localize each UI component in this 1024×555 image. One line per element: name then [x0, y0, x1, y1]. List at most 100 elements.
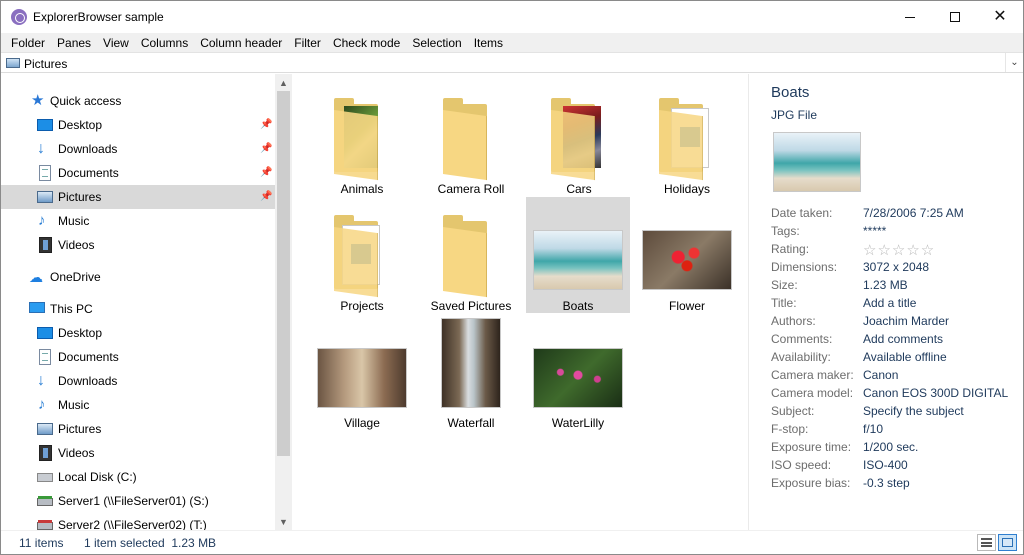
scrollbar-thumb[interactable] — [277, 91, 290, 456]
prop-value[interactable]: Canon — [863, 368, 898, 382]
nav-pc-downloads[interactable]: ↓ Downloads — [1, 369, 275, 393]
prop-camera-model: Camera model: Canon EOS 300D DIGITAL — [771, 386, 1021, 404]
item-holidays[interactable]: Holidays — [635, 80, 739, 196]
prop-f-stop: F-stop: f/10 — [771, 422, 1021, 440]
menu-column-header[interactable]: Column header — [194, 36, 288, 50]
nav-label: Documents — [58, 166, 119, 180]
prop-key: Subject: — [771, 404, 815, 418]
item-waterlilly[interactable]: WaterLilly — [526, 314, 630, 430]
nav-label: Music — [58, 214, 90, 228]
nav-pc-pictures[interactable]: Pictures — [1, 417, 275, 441]
address-bar[interactable]: Pictures ⌄ — [1, 52, 1023, 73]
menu-columns[interactable]: Columns — [135, 36, 194, 50]
item-boats[interactable]: Boats — [526, 197, 630, 313]
menu-selection[interactable]: Selection — [406, 36, 467, 50]
scroll-down-arrow-icon[interactable]: ▼ — [275, 513, 292, 530]
pin-icon[interactable]: 📌 — [260, 167, 272, 178]
prop-key: Dimensions: — [771, 260, 838, 274]
details-view-button[interactable] — [977, 534, 996, 551]
nav-pc-videos[interactable]: Videos — [1, 441, 275, 465]
title-bar: ExplorerBrowser sample ✕ — [1, 1, 1023, 33]
nav-pc-documents[interactable]: Documents — [1, 345, 275, 369]
item-flower[interactable]: Flower — [635, 197, 739, 313]
explorer-window: ExplorerBrowser sample ✕ Folder Panes Vi… — [0, 0, 1024, 555]
prop-value[interactable]: ISO-400 — [863, 458, 908, 472]
prop-authors: Authors: Joachim Marder — [771, 314, 1021, 332]
desktop-icon — [37, 327, 53, 339]
pictures-icon — [37, 191, 53, 203]
prop-value: Available offline — [863, 350, 947, 364]
preview-thumbnail — [773, 132, 861, 192]
menu-panes[interactable]: Panes — [51, 36, 97, 50]
menu-view[interactable]: View — [97, 36, 135, 50]
nav-label: Server1 (\\FileServer01) (S:) — [58, 494, 209, 508]
item-cars[interactable]: Cars — [527, 80, 631, 196]
nav-this-pc[interactable]: This PC — [1, 297, 275, 321]
prop-value[interactable]: 1/200 sec. — [863, 440, 918, 454]
nav-qa-documents[interactable]: Documents 📌 — [1, 161, 275, 185]
pin-icon[interactable]: 📌 — [260, 191, 272, 202]
menu-check-mode[interactable]: Check mode — [327, 36, 406, 50]
item-projects[interactable]: Projects — [310, 197, 414, 313]
item-saved-pictures[interactable]: Saved Pictures — [419, 197, 523, 313]
nav-pc-server2[interactable]: Server2 (\\FileServer02) (T:) — [1, 513, 275, 530]
preview-file-type: JPG File — [771, 108, 818, 122]
prop-value[interactable]: f/10 — [863, 422, 883, 436]
item-label: Saved Pictures — [430, 299, 512, 313]
scroll-up-arrow-icon[interactable]: ▲ — [275, 74, 292, 91]
nav-label: Local Disk (C:) — [58, 470, 137, 484]
prop-value[interactable]: Add a title — [863, 296, 916, 310]
selection-info: 1 item selected 1.23 MB — [84, 536, 217, 550]
prop-value[interactable]: -0.3 step — [863, 476, 910, 490]
close-button[interactable]: ✕ — [977, 1, 1023, 33]
nav-onedrive[interactable]: ☁ OneDrive — [1, 265, 275, 289]
minimize-button[interactable] — [887, 1, 933, 33]
large-icons-view-button[interactable] — [998, 534, 1017, 551]
address-dropdown-button[interactable]: ⌄ — [1005, 53, 1023, 72]
nav-pc-desktop[interactable]: Desktop — [1, 321, 275, 345]
prop-value[interactable]: Canon EOS 300D DIGITAL — [863, 386, 1008, 400]
prop-value[interactable]: Add comments — [863, 332, 943, 346]
prop-tags: Tags: ***** — [771, 224, 1021, 242]
pin-icon[interactable]: 📌 — [260, 119, 272, 130]
prop-value[interactable]: Specify the subject — [863, 404, 964, 418]
nav-qa-downloads[interactable]: ↓ Downloads 📌 — [1, 137, 275, 161]
menu-filter[interactable]: Filter — [288, 36, 327, 50]
flower-photo — [642, 230, 732, 290]
folder-icon — [328, 96, 396, 181]
nav-qa-desktop[interactable]: Desktop 📌 — [1, 113, 275, 137]
address-text: Pictures — [24, 57, 68, 71]
nav-qa-videos[interactable]: Videos — [1, 233, 275, 257]
nav-label: Pictures — [58, 422, 102, 436]
prop-key: Tags: — [771, 224, 800, 238]
nav-scrollbar[interactable]: ▲ ▼ — [275, 74, 292, 530]
nav-quick-access[interactable]: ★ Quick access — [1, 89, 275, 113]
item-camera-roll[interactable]: Camera Roll — [419, 80, 523, 196]
menu-items[interactable]: Items — [468, 36, 509, 50]
nav-qa-pictures[interactable]: Pictures 📌 — [1, 185, 275, 209]
prop-value[interactable]: Joachim Marder — [863, 314, 949, 328]
maximize-button[interactable] — [932, 1, 978, 33]
prop-value[interactable]: ***** — [863, 224, 886, 238]
network-drive-disconnected-icon — [37, 520, 53, 530]
item-village[interactable]: Village — [310, 314, 414, 430]
prop-availability: Availability: Available offline — [771, 350, 1021, 368]
folder-icon — [653, 96, 721, 181]
nav-pc-server1[interactable]: Server1 (\\FileServer01) (S:) — [1, 489, 275, 513]
close-icon: ✕ — [993, 8, 1007, 25]
prop-value[interactable]: 7/28/2006 7:25 AM — [863, 206, 964, 220]
menu-folder[interactable]: Folder — [5, 36, 51, 50]
pictures-folder-icon — [6, 58, 20, 68]
nav-pc-local-disk[interactable]: Local Disk (C:) — [1, 465, 275, 489]
item-waterfall[interactable]: Waterfall — [419, 314, 523, 430]
nav-qa-music[interactable]: ♪ Music — [1, 209, 275, 233]
item-animals[interactable]: Animals — [310, 80, 414, 196]
nav-label: Downloads — [58, 374, 118, 388]
nav-pc-music[interactable]: ♪ Music — [1, 393, 275, 417]
downloads-arrow-icon: ↓ — [37, 140, 45, 157]
documents-icon — [39, 349, 51, 365]
item-label: Holidays — [663, 182, 711, 196]
pin-icon[interactable]: 📌 — [260, 143, 272, 154]
rating-stars-icon[interactable]: ☆☆☆☆☆ — [863, 241, 935, 259]
prop-date-taken: Date taken: 7/28/2006 7:25 AM — [771, 206, 1021, 224]
